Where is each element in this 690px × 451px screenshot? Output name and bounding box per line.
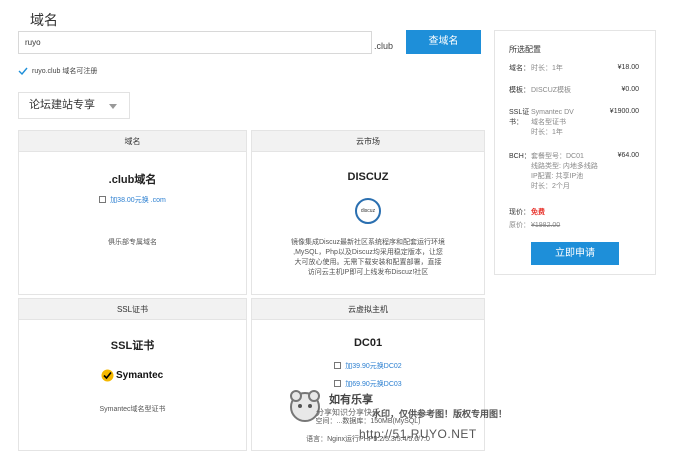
apply-now-button[interactable]: 立即申请 [531, 242, 619, 265]
availability-text: ruyo.club 域名可注册 [32, 68, 98, 75]
watermark-slogan: 分享知识分享快乐 [316, 408, 380, 417]
discuz-logo-text: discuz [360, 208, 376, 214]
availability-status: ruyo.club 域名可注册 [18, 66, 97, 76]
selected-config-title: 所选配置 [509, 45, 541, 54]
vhost-card-title: DC01 [353, 337, 383, 349]
domain-suffix: .club [374, 41, 394, 51]
config-desc-ssl: 时长：1年 [531, 129, 563, 136]
ssl-card: SSL证书 SSL证书 Symantec Symantec域名型证书 [18, 298, 247, 451]
dc03-upgrade-option[interactable]: 加69.90元换DC03 [252, 379, 484, 389]
market-card-header: 云市场 [252, 131, 484, 152]
symantec-check-icon [101, 369, 114, 382]
dc02-upgrade-label: 加39.90元换DC02 [345, 363, 402, 370]
vhost-card-header: 云虚拟主机 [252, 299, 484, 320]
config-price-template: ¥0.00 [621, 86, 639, 93]
forum-select[interactable]: 论坛建站专享 [18, 92, 130, 119]
market-card-title: DISCUZ [347, 171, 389, 183]
orig-price-label: 原价： [509, 222, 530, 229]
config-desc-bch: 套餐型号：DC01 [531, 153, 584, 160]
dc02-upgrade-option[interactable]: 加39.90元换DC02 [252, 361, 484, 371]
check-icon [18, 67, 28, 75]
market-desc-line: 镜像集成Discuz最新社区系统程序和配套运行环境 [290, 239, 445, 246]
checkbox[interactable] [99, 196, 107, 203]
config-desc-template: DISCUZ模板 [531, 87, 572, 94]
discuz-logo: discuz [355, 198, 381, 224]
orig-price-value: ¥1982.00 [531, 222, 561, 229]
config-label-template: 模板： [509, 87, 530, 94]
domain-card: 域名 .club域名 加38.00元换 .com 俱乐部专属域名 [18, 130, 247, 295]
config-desc-domain: 时长：1年 [531, 65, 563, 72]
ssl-card-title: SSL证书 [110, 340, 155, 352]
com-upgrade-option[interactable]: 加38.00元换 .com [19, 195, 246, 205]
chevron-down-icon [109, 104, 117, 109]
page-title: 域名 [30, 12, 58, 28]
domain-card-desc: 俱乐部专属域名 [108, 239, 157, 246]
market-desc-line: 访问云主机IP即可上线发布Discuz!社区 [307, 269, 429, 276]
ssl-card-header: SSL证书 [19, 299, 246, 320]
config-desc-bch: IP配置: 共享IP池 [531, 173, 584, 180]
now-price-value: 免费 [531, 209, 545, 216]
now-price-label: 现价： [509, 209, 530, 216]
checkbox[interactable] [334, 380, 342, 387]
config-label-ssl: SSL证书： [509, 109, 530, 126]
watermark-name: 如有乐享 [329, 394, 373, 406]
config-desc-ssl: 域名型证书 [531, 119, 566, 126]
ssl-card-desc: Symantec域名型证书 [99, 406, 166, 413]
symantec-logo: Symantec [101, 369, 163, 382]
market-desc-line: ,MySQL，Php以及Discuz均采用稳定版本，让您 [293, 249, 443, 256]
config-desc-bch: 时长：2个月 [531, 183, 570, 190]
config-price-bch: ¥64.00 [617, 152, 639, 159]
domain-card-title: .club域名 [108, 174, 157, 186]
config-desc-bch: 线路类型: 内地多线路 [531, 163, 598, 170]
search-domain-button[interactable]: 查域名 [406, 30, 481, 54]
symantec-logo-text: Symantec [116, 370, 164, 381]
config-label-domain: 域名： [509, 65, 530, 72]
com-upgrade-label: 加38.00元换 .com [110, 197, 166, 204]
domain-card-header: 域名 [19, 131, 246, 152]
config-price-domain: ¥18.00 [617, 64, 639, 71]
watermark-url: http://51.RUYO.NET [359, 427, 477, 441]
forum-select-value: 论坛建站专享 [29, 99, 95, 111]
checkbox[interactable] [334, 362, 342, 369]
market-card: 云市场 DISCUZ discuz 镜像集成Discuz最新社区系统程序和配套运… [251, 130, 485, 295]
market-desc-line: 大可放心使用。无需下载安装和配置部署，直接 [294, 259, 442, 266]
dc03-upgrade-label: 加69.90元换DC03 [345, 381, 402, 388]
config-price-ssl: ¥1900.00 [609, 108, 639, 115]
config-desc-ssl: Symantec DV [531, 109, 574, 116]
selected-config-panel: 所选配置 域名： 时长：1年 ¥18.00 模板： DISCUZ模板 ¥0.00… [494, 30, 656, 275]
domain-search-input[interactable]: ruyo [18, 31, 372, 54]
config-label-bch: BCH： [509, 153, 531, 160]
watermark-notice: 水印，仅供参考图！版权专用图！ [372, 409, 508, 419]
